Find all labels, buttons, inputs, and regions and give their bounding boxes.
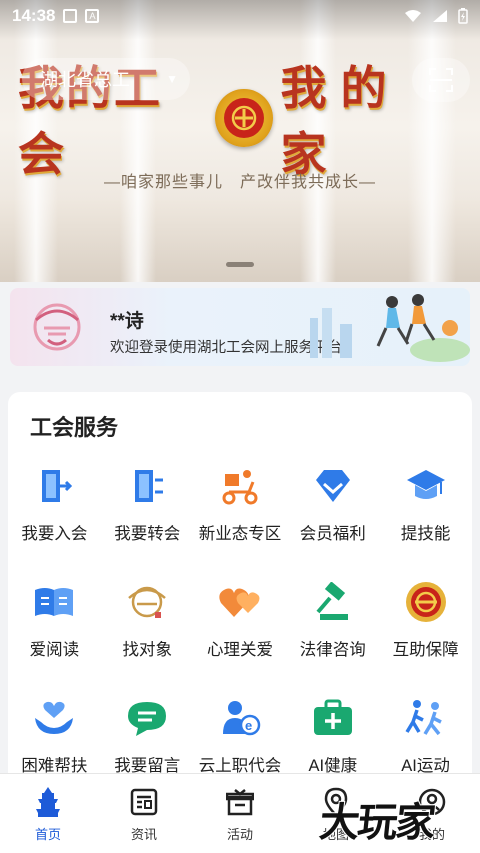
chevron-down-icon: ▼ <box>166 72 178 86</box>
union-emblem-icon <box>215 89 273 147</box>
service-ai-health[interactable]: AI健康 <box>286 696 379 776</box>
battery-icon <box>458 8 468 24</box>
service-label: 互助保障 <box>392 641 459 659</box>
home-pagoda-icon <box>32 786 64 818</box>
service-member-benefits[interactable]: 会员福利 <box>286 464 379 544</box>
door-enter-icon <box>32 464 76 508</box>
online-conference-icon: e <box>218 696 262 740</box>
notification-icon <box>63 9 78 23</box>
union-badge-icon <box>404 580 448 624</box>
service-label: 会员福利 <box>299 525 366 543</box>
service-mutual-aid[interactable]: 互助保障 <box>379 580 472 660</box>
gift-box-icon <box>224 786 256 818</box>
service-matchmaking[interactable]: 找对象 <box>101 580 194 660</box>
service-mental-care[interactable]: 心理关爱 <box>194 580 287 660</box>
medical-kit-icon <box>311 696 355 740</box>
carousel-indicator[interactable] <box>226 262 254 267</box>
service-label: 我要入会 <box>21 525 88 543</box>
services-title: 工会服务 <box>30 415 119 440</box>
chat-bubble-icon <box>125 696 169 740</box>
service-hardship-aid[interactable]: 困难帮扶 <box>8 696 101 776</box>
service-label: 心理关爱 <box>206 641 273 659</box>
services-grid: 我要入会 我要转会 新业态专区 会员福利 提技能 爱阅读 找对象 心理关爱 法律… <box>8 464 472 776</box>
service-reading[interactable]: 爱阅读 <box>8 580 101 660</box>
region-selector[interactable]: 湖北省总工 ▼ <box>22 58 190 100</box>
nav-news[interactable]: 资讯 <box>96 774 192 853</box>
watermark-text: 大玩家 <box>316 800 437 846</box>
service-transfer-union[interactable]: 我要转会 <box>101 464 194 544</box>
hearts-icon <box>218 580 262 624</box>
signal-icon <box>433 10 447 22</box>
nav-label: 资讯 <box>130 827 157 842</box>
diamond-icon <box>311 464 355 508</box>
service-label: 提技能 <box>400 525 451 543</box>
service-legal-consult[interactable]: 法律咨询 <box>286 580 379 660</box>
service-label: 我要转会 <box>114 525 181 543</box>
helping-hands-icon <box>32 696 76 740</box>
top-banner[interactable]: 我的工会 我的家 —咱家那些事儿 产改伴我共成长— <box>0 0 480 282</box>
service-new-economy[interactable]: 新业态专区 <box>194 464 287 544</box>
avatar <box>33 303 81 351</box>
banner-subtitle: —咱家那些事儿 产改伴我共成长— <box>103 174 376 191</box>
nav-home[interactable]: 首页 <box>0 774 96 853</box>
wifi-icon <box>405 10 421 22</box>
graduation-cap-icon <box>404 464 448 508</box>
runners-icon <box>404 696 448 740</box>
delivery-rider-icon <box>218 464 262 508</box>
news-icon <box>128 786 160 818</box>
service-leave-message[interactable]: 我要留言 <box>101 696 194 776</box>
gavel-icon <box>311 580 355 624</box>
status-bar: 14:38 A <box>0 0 480 32</box>
service-label: 爱阅读 <box>29 641 80 659</box>
status-time: 14:38 <box>12 6 56 25</box>
nav-label: 首页 <box>34 827 61 842</box>
service-join-union[interactable]: 我要入会 <box>8 464 101 544</box>
open-book-icon <box>32 580 76 624</box>
union-services-panel: 工会服务 我要入会 我要转会 新业态专区 会员福利 提技能 爱阅读 找对象 心理… <box>8 392 472 792</box>
service-ai-sports[interactable]: AI运动 <box>379 696 472 776</box>
service-cloud-congress[interactable]: e 云上职代会 <box>194 696 287 776</box>
user-name: **诗 <box>110 311 144 332</box>
region-label: 湖北省总工 <box>40 70 130 90</box>
nav-label: 活动 <box>226 827 253 842</box>
service-improve-skills[interactable]: 提技能 <box>379 464 472 544</box>
svg-text:e: e <box>245 718 252 733</box>
service-label: 找对象 <box>122 641 172 659</box>
a-badge-icon: A <box>85 9 100 23</box>
service-label: 法律咨询 <box>299 641 366 659</box>
nav-activities[interactable]: 活动 <box>192 774 288 853</box>
door-transfer-icon <box>125 464 169 508</box>
service-label: 新业态专区 <box>198 525 282 543</box>
scan-icon <box>429 68 453 92</box>
runners-illustration-icon <box>310 294 470 362</box>
scan-button[interactable] <box>412 58 470 102</box>
user-card[interactable]: **诗 欢迎登录使用湖北工会网上服务平台! <box>10 288 470 366</box>
matchmaking-emblem-icon <box>125 580 169 624</box>
